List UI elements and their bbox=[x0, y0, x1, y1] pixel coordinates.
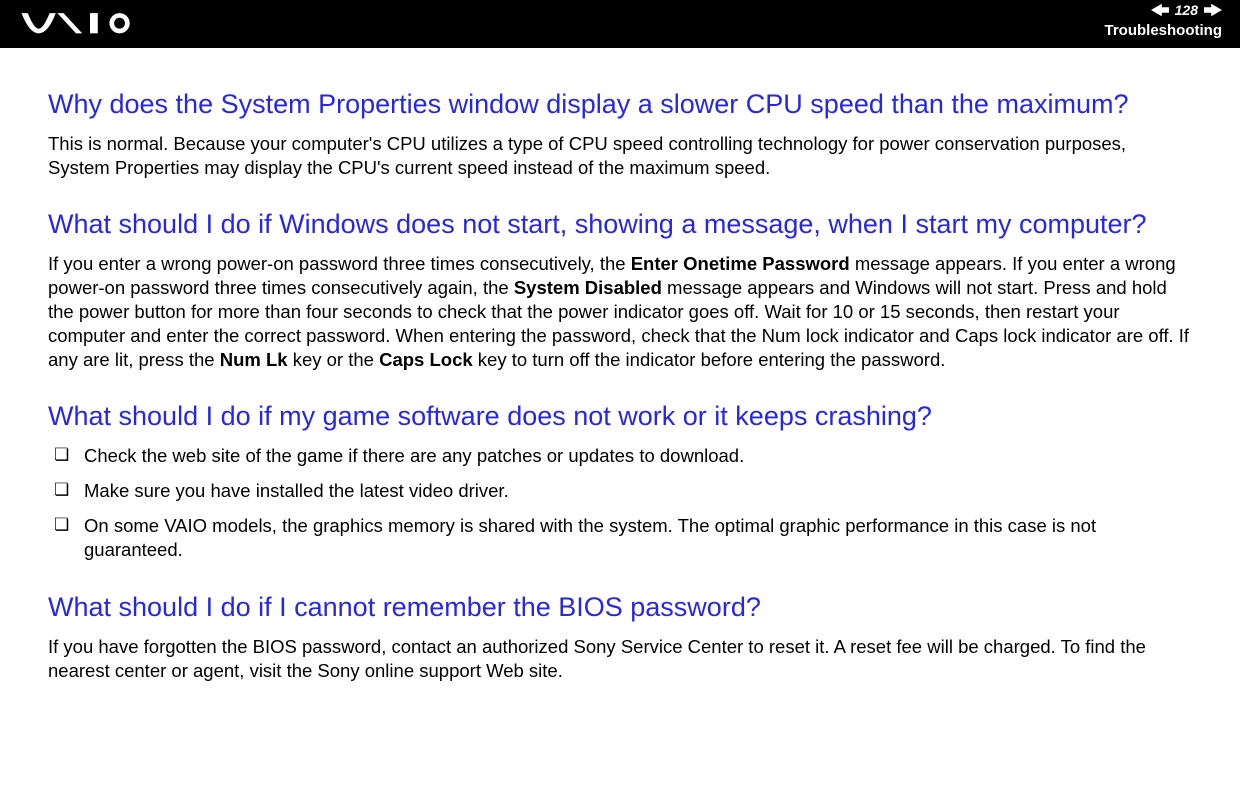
section-label: Troubleshooting bbox=[1105, 22, 1223, 39]
page-number: 128 bbox=[1175, 2, 1198, 18]
list-item: Make sure you have installed the latest … bbox=[48, 479, 1192, 504]
list-item: Check the web site of the game if there … bbox=[48, 444, 1192, 469]
faq-heading-windows-start: What should I do if Windows does not sta… bbox=[48, 208, 1192, 242]
list-item: On some VAIO models, the graphics memory… bbox=[48, 514, 1192, 564]
prev-page-arrow-icon[interactable] bbox=[1151, 3, 1169, 17]
text-fragment: If you enter a wrong power-on password t… bbox=[48, 253, 631, 274]
text-fragment: key to turn off the indicator before ent… bbox=[473, 349, 946, 370]
faq-heading-game-crash: What should I do if my game software doe… bbox=[48, 400, 1192, 434]
document-body: Why does the System Properties window di… bbox=[0, 48, 1240, 721]
bold-term: Caps Lock bbox=[379, 349, 473, 370]
faq-bullets-game-crash: Check the web site of the game if there … bbox=[48, 444, 1192, 564]
text-fragment: key or the bbox=[288, 349, 380, 370]
faq-body-windows-start: If you enter a wrong power-on password t… bbox=[48, 252, 1192, 372]
page-header: 128 Troubleshooting bbox=[0, 0, 1240, 48]
bold-term: Num Lk bbox=[220, 349, 288, 370]
vaio-logo-icon bbox=[20, 10, 160, 38]
bold-term: Enter Onetime Password bbox=[631, 253, 850, 274]
next-page-arrow-icon[interactable] bbox=[1204, 3, 1222, 17]
faq-heading-cpu-speed: Why does the System Properties window di… bbox=[48, 88, 1192, 122]
faq-heading-bios-password: What should I do if I cannot remember th… bbox=[48, 591, 1192, 625]
page-nav: 128 bbox=[1151, 2, 1222, 18]
bold-term: System Disabled bbox=[514, 277, 662, 298]
faq-body-cpu-speed: This is normal. Because your computer's … bbox=[48, 132, 1192, 180]
faq-body-bios-password: If you have forgotten the BIOS password,… bbox=[48, 635, 1192, 683]
